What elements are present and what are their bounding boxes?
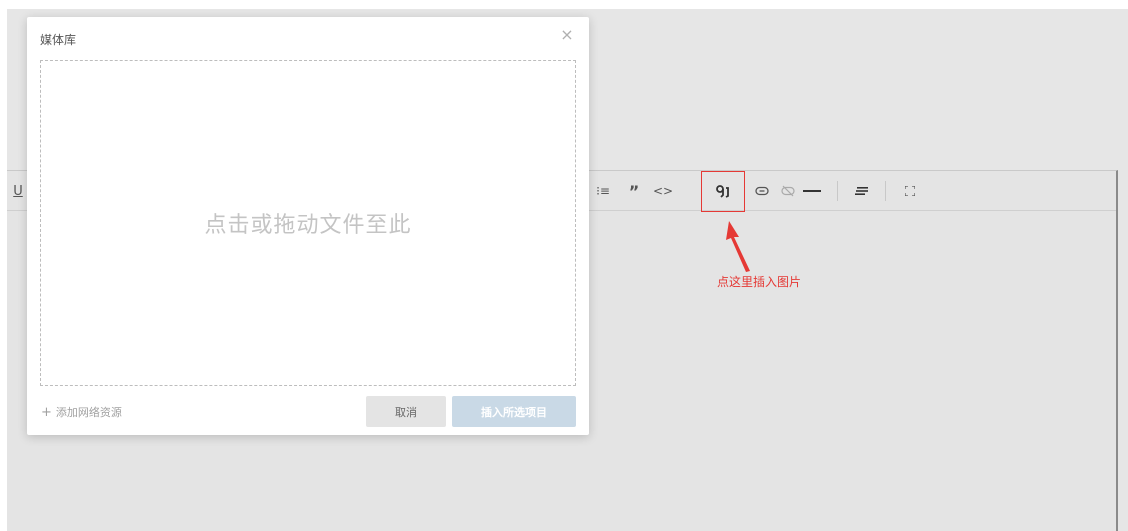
add-network-resource-link[interactable]: + 添加网络资源 — [41, 404, 122, 420]
fullscreen-button[interactable] — [901, 181, 919, 201]
toolbar-divider — [885, 181, 886, 201]
toolbar-divider — [837, 181, 838, 201]
horizontal-rule-button[interactable] — [803, 181, 821, 201]
insert-selected-button[interactable]: 插入所选项目 — [452, 396, 576, 427]
close-icon[interactable]: × — [559, 27, 575, 43]
code-button[interactable]: <> — [653, 181, 673, 201]
ordered-list-button[interactable]: ⁝≡ — [594, 181, 612, 201]
media-library-dialog: 媒体库 × 点击或拖动文件至此 + 添加网络资源 取消 插入所选项目 — [27, 17, 589, 435]
quote-button[interactable]: ” — [625, 181, 643, 201]
cancel-button[interactable]: 取消 — [366, 396, 446, 427]
upload-dropzone[interactable]: 点击或拖动文件至此 — [40, 60, 576, 386]
page-overlay: U ⁝≡ ” <> 点这里插入图片 媒体库 × 点击或拖动文件至此 + 添加网络… — [7, 9, 1128, 531]
annotation-text: 点这里插入图片 — [717, 275, 802, 289]
annotation-arrow-icon — [726, 221, 750, 272]
link-button[interactable] — [753, 181, 771, 201]
dropzone-text: 点击或拖动文件至此 — [204, 213, 412, 238]
plus-icon: + — [41, 404, 52, 420]
add-network-resource-label: 添加网络资源 — [55, 406, 122, 419]
horizontal-rule-icon — [803, 190, 821, 192]
annotation-highlight-box — [701, 171, 745, 212]
unlink-button[interactable] — [779, 181, 797, 201]
underline-button[interactable]: U — [9, 181, 27, 201]
unlink-icon — [781, 185, 795, 197]
dialog-title: 媒体库 — [40, 33, 77, 47]
align-button[interactable] — [853, 181, 871, 201]
link-icon — [755, 186, 769, 196]
align-icon — [855, 187, 868, 195]
fullscreen-icon — [905, 186, 915, 196]
